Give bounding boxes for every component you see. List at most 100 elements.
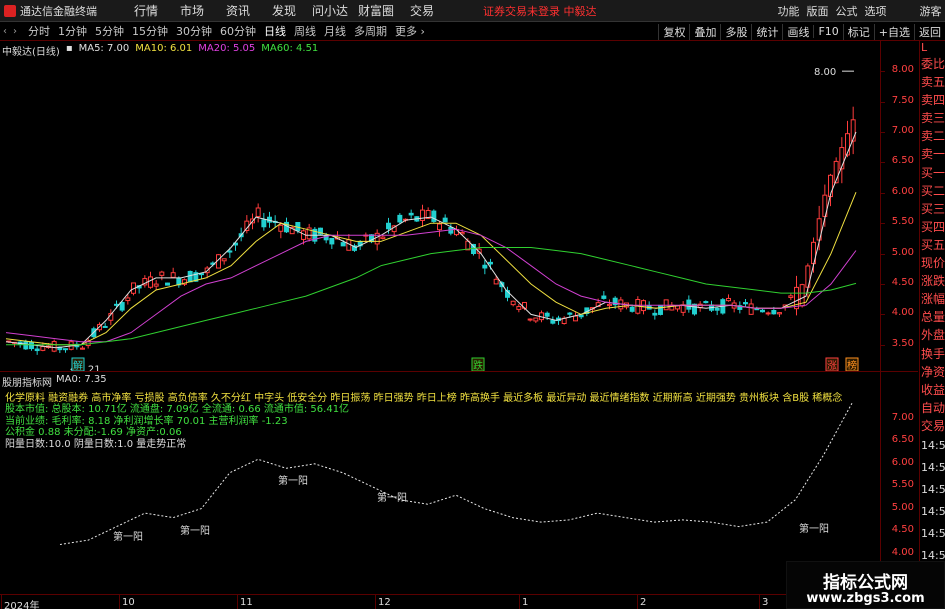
- panel-item: 卖四: [921, 93, 945, 108]
- panel-auto-button[interactable]: 自动: [920, 399, 945, 417]
- price-tick-mark: [881, 314, 885, 316]
- tool-adjust[interactable]: 复权: [658, 23, 689, 40]
- menu-discover[interactable]: 发现: [261, 2, 307, 19]
- candlestick: [318, 227, 323, 236]
- tab-30min[interactable]: 30分钟: [176, 23, 212, 39]
- indicator-tick-label: 4.00: [891, 546, 914, 558]
- price-tick-label: 5.00: [891, 246, 914, 258]
- candlestick: [561, 316, 567, 325]
- event-marker[interactable]: 跌: [471, 357, 485, 371]
- trade-time: 14:5: [921, 504, 945, 518]
- panel-trade-button[interactable]: 交易: [920, 417, 945, 435]
- tool-mark[interactable]: 标记: [842, 23, 874, 40]
- candlestick: [839, 137, 845, 184]
- panel-item: 卖五: [921, 75, 945, 90]
- candlestick: [533, 317, 539, 324]
- tab-weekly[interactable]: 周线: [294, 23, 316, 39]
- candlestick: [102, 322, 108, 328]
- candlestick: [777, 312, 782, 317]
- indicator-line-capital: 股本市值: 总股本: 10.71亿 流通盘: 7.09亿 全流通: 0.66 流…: [5, 404, 350, 416]
- tool-multi-stock[interactable]: 多股: [720, 23, 751, 40]
- series-ma5-line: [5, 131, 857, 349]
- panel-item: 卖一: [921, 147, 945, 162]
- tool-f10[interactable]: F10: [813, 25, 842, 38]
- price-tick-mark: [881, 344, 885, 346]
- indicator-info-text: 化学原料 融资融券 高市净率 亏损股 高负债率 久不分红 中字头 低安全分 昨日…: [5, 393, 842, 450]
- price-tick-mark: [881, 283, 885, 285]
- event-marker[interactable]: 榜: [845, 357, 859, 371]
- candlestick: [505, 286, 510, 302]
- menu-market[interactable]: 市场: [169, 2, 215, 19]
- candlestick: [703, 300, 709, 304]
- indicator-name[interactable]: 股朋指标网: [2, 374, 52, 389]
- panel-item: 外盘: [921, 328, 945, 343]
- ma5-value: MA5: 7.00: [78, 43, 130, 54]
- tab-monthly[interactable]: 月线: [324, 23, 346, 39]
- menu-quotes[interactable]: 行情: [123, 2, 169, 19]
- panel-item: 买五: [921, 237, 945, 252]
- candlestick: [686, 295, 692, 313]
- menu-news[interactable]: 资讯: [215, 2, 261, 19]
- menu-trade[interactable]: 交易: [399, 2, 445, 19]
- candlestick: [329, 237, 335, 249]
- candlestick: [788, 293, 794, 301]
- price-chart[interactable]: 8.00←3.21解跌涨榜: [0, 41, 880, 371]
- menu-layout[interactable]: 版面: [803, 3, 832, 19]
- candlestick: [794, 275, 799, 316]
- event-marker[interactable]: 涨: [825, 357, 839, 371]
- indicator-tick-label: 6.00: [891, 456, 914, 468]
- guest-button[interactable]: 游客: [916, 3, 945, 19]
- price-tick-mark: [881, 71, 885, 73]
- tool-overlay[interactable]: 叠加: [689, 23, 720, 40]
- tab-more[interactable]: 更多 ›: [395, 23, 425, 39]
- date-label: 11: [237, 595, 253, 609]
- candlestick: [482, 259, 488, 275]
- indicator-tick-label: 5.50: [891, 479, 914, 491]
- tool-back[interactable]: 返回: [914, 23, 945, 40]
- panel-item: 现价: [921, 256, 945, 271]
- period-tabs: 分时 1分钟 5分钟 15分钟 30分钟 60分钟 日线 周线 月线 多周期 更…: [28, 23, 433, 39]
- menu-wealth[interactable]: 财富圈: [353, 2, 399, 19]
- candlestick: [760, 308, 765, 313]
- panel-item: 换手: [921, 346, 945, 361]
- tab-1min[interactable]: 1分钟: [58, 23, 87, 39]
- menu-ask[interactable]: 问小达: [307, 2, 353, 19]
- tab-intraday[interactable]: 分时: [28, 23, 50, 39]
- candlestick: [153, 279, 159, 291]
- series-ma10-line: [5, 192, 857, 346]
- tool-draw[interactable]: 画线: [782, 23, 813, 40]
- indicator-line-volume: 阳量日数:10.0 阴量日数:1.0 量走势正常: [5, 438, 187, 450]
- tool-add-watchlist[interactable]: +自选: [873, 23, 914, 40]
- indicator-tick-label: 5.00: [891, 501, 914, 513]
- candlestick: [822, 184, 828, 227]
- high-price-label: 8.00: [814, 67, 836, 78]
- tool-stats[interactable]: 统计: [751, 23, 782, 40]
- tab-60min[interactable]: 60分钟: [220, 23, 256, 39]
- candlestick: [80, 346, 85, 350]
- title-bar: 通达信金融终端 行情 市场 资讯 发现 问小达 财富圈 交易 证券交易未登录 中…: [0, 0, 945, 22]
- date-label: 2024年: [0, 595, 39, 609]
- signal-label: 第一阳: [113, 530, 143, 543]
- date-label: 12: [375, 595, 391, 609]
- tab-daily[interactable]: 日线: [264, 23, 286, 39]
- panel-item: 总量: [921, 310, 945, 325]
- menu-function[interactable]: 功能: [774, 3, 803, 19]
- candlestick: [221, 258, 227, 265]
- nav-left-icon[interactable]: ‹: [0, 26, 10, 37]
- price-tick-mark: [881, 131, 885, 133]
- nav-right-icon[interactable]: ›: [10, 26, 20, 37]
- price-tick-mark: [881, 253, 885, 255]
- price-axis: 8.00 7.50 7.00 6.50 6.00 5.50 5.00 4.50 4.00 3.50: [880, 41, 918, 371]
- tab-multi-period[interactable]: 多周期: [354, 23, 387, 39]
- panel-item: 涨跌: [921, 274, 945, 289]
- trade-login-notice[interactable]: 证券交易未登录 中毅达: [483, 3, 597, 19]
- panel-item: 买四: [921, 219, 945, 234]
- candlestick: [743, 298, 748, 307]
- tab-5min[interactable]: 5分钟: [95, 23, 124, 39]
- tab-15min[interactable]: 15分钟: [132, 23, 168, 39]
- candlestick: [374, 229, 380, 251]
- event-marker[interactable]: 解: [71, 357, 85, 371]
- menu-options[interactable]: 选项: [861, 3, 890, 19]
- date-axis: 2024年 10 11 12 1 2 3: [0, 594, 918, 609]
- menu-formula[interactable]: 公式: [832, 3, 861, 19]
